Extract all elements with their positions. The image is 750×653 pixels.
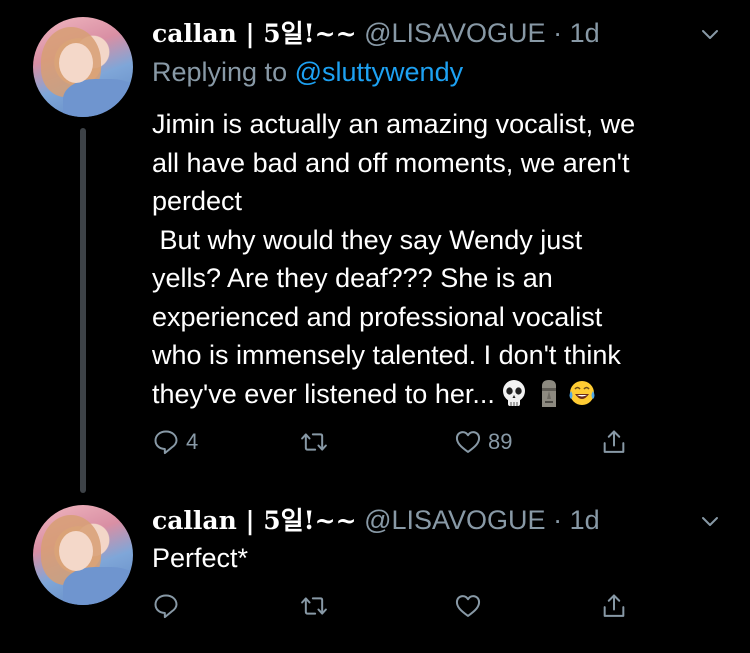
retweet-icon (301, 597, 327, 615)
tweet-actions: 4 89 (152, 425, 652, 459)
reply-button[interactable] (152, 589, 186, 623)
tweet[interactable]: callan | 5일!~~ @LISAVOGUE · 1d Perfect* (0, 495, 750, 653)
like-icon (455, 595, 481, 617)
tears-of-joy-emoji (569, 380, 595, 405)
chevron-down-icon[interactable] (698, 509, 722, 533)
retweet-icon (301, 433, 327, 451)
display-name[interactable]: callan | 5일!~~ (152, 19, 357, 48)
display-name[interactable]: callan | 5일!~~ (152, 506, 357, 535)
reply-icon (154, 594, 178, 619)
retweet-button[interactable] (300, 425, 334, 459)
timestamp[interactable]: 1d (570, 18, 600, 48)
user-handle[interactable]: @LISAVOGUE (364, 18, 545, 48)
reply-count: 4 (186, 429, 199, 454)
like-button[interactable] (454, 589, 488, 623)
reply-icon (154, 430, 178, 455)
chevron-down-icon[interactable] (698, 22, 722, 46)
thread-line (80, 128, 86, 493)
retweet-button[interactable] (300, 589, 334, 623)
like-button[interactable]: 89 (454, 425, 512, 459)
replying-to: Replying to @sluttywendy (152, 55, 463, 89)
skull-emoji (502, 379, 525, 406)
tweet-text: Perfect* (152, 539, 722, 578)
share-icon (603, 430, 625, 453)
avatar[interactable] (33, 505, 133, 605)
tweet-header: callan | 5일!~~ @LISAVOGUE · 1d (152, 503, 600, 538)
like-icon (455, 431, 481, 453)
mention-link[interactable]: @sluttywendy (295, 57, 463, 87)
avatar[interactable] (33, 17, 133, 117)
share-button[interactable] (600, 589, 628, 623)
tweet[interactable]: callan | 5일!~~ @LISAVOGUE · 1d Replying … (0, 0, 750, 495)
tweet-text-content: Jimin is actually an amazing vocalist, w… (152, 109, 636, 409)
tweet-header: callan | 5일!~~ @LISAVOGUE · 1d (152, 16, 600, 51)
tweet-text-content: Perfect* (152, 543, 249, 573)
share-button[interactable] (600, 425, 628, 459)
tweet-text: Jimin is actually an amazing vocalist, w… (152, 105, 722, 413)
tweet-actions (152, 589, 652, 623)
share-icon (603, 594, 625, 617)
replying-to-label: Replying to (152, 57, 288, 87)
separator-dot: · (553, 18, 563, 48)
moai-emoji (541, 379, 556, 407)
user-handle[interactable]: @LISAVOGUE (364, 505, 545, 535)
like-count: 89 (488, 429, 513, 454)
timestamp[interactable]: 1d (570, 505, 600, 535)
separator-dot: · (553, 505, 563, 535)
reply-button[interactable]: 4 (152, 425, 198, 459)
